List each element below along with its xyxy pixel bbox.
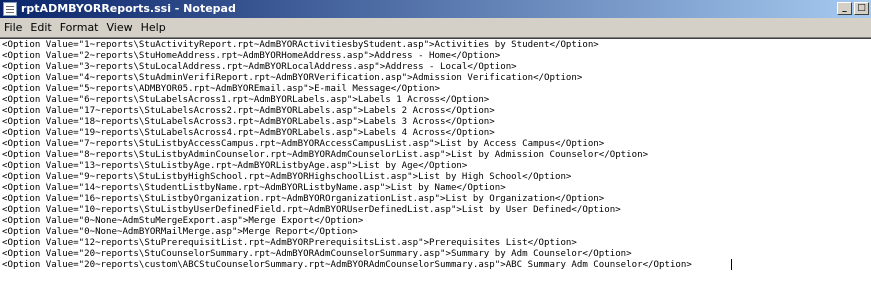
text-line: <Option Value="19~reports\StuLabelsAcros… — [2, 128, 495, 138]
window-controls: _ □ — [837, 2, 869, 15]
text-line: <Option Value="0~None~AdmBYORMailMerge.a… — [2, 227, 358, 237]
text-line: <Option Value="4~reports\StuAdminVerifiR… — [2, 73, 583, 83]
text-line: <Option Value="18~reports\StuLabelsAcros… — [2, 117, 495, 127]
text-line: <Option Value="2~reports\StuHomeAddress.… — [2, 51, 501, 61]
text-line: <Option Value="3~reports\StuLocalAddress… — [2, 62, 517, 72]
menu-edit[interactable]: Edit — [26, 18, 55, 37]
text-line: <Option Value="9~reports\StuListbyHighSc… — [2, 172, 572, 182]
text-line: <Option Value="7~reports\StuListbyAccess… — [2, 139, 605, 149]
notepad-window: rptADMBYORReports.ssi - Notepad _ □ File… — [0, 0, 871, 294]
title-bar[interactable]: rptADMBYORReports.ssi - Notepad _ □ — [0, 0, 871, 18]
minimize-button[interactable]: _ — [837, 2, 852, 15]
text-line: <Option Value="12~reports\StuPrerequisit… — [2, 238, 577, 248]
menu-format[interactable]: Format — [56, 18, 103, 37]
text-editor[interactable]: <Option Value="1~reports\StuActivityRepo… — [0, 38, 871, 294]
maximize-button[interactable]: □ — [854, 2, 869, 15]
text-line: <Option Value="5~reports\ADMBYOR05.rpt~A… — [2, 84, 440, 94]
text-caret — [731, 259, 732, 270]
menu-bar: File Edit Format View Help — [0, 18, 871, 38]
window-title: rptADMBYORReports.ssi - Notepad — [21, 2, 236, 15]
text-line: <Option Value="0~None~AdmStuMergeExport.… — [2, 216, 364, 226]
menu-file[interactable]: File — [0, 18, 26, 37]
text-line: <Option Value="14~reports\StudentListbyN… — [2, 183, 506, 193]
notepad-icon — [3, 2, 17, 16]
text-line: <Option Value="6~reports\StuLabelsAcross… — [2, 95, 490, 105]
text-line: <Option Value="13~reports\StuListbyAge.r… — [2, 161, 468, 171]
text-line: <Option Value="20~reports\custom\ABCStuC… — [2, 260, 692, 270]
menu-help[interactable]: Help — [137, 18, 170, 37]
text-line: <Option Value="16~reports\StuListbyOrgan… — [2, 194, 605, 204]
menu-view[interactable]: View — [103, 18, 137, 37]
text-line: <Option Value="8~reports\StuListbyAdminC… — [2, 150, 649, 160]
text-line: <Option Value="10~reports\StuListbyUserD… — [2, 205, 621, 215]
text-line: <Option Value="17~reports\StuLabelsAcros… — [2, 106, 495, 116]
text-line: <Option Value="1~reports\StuActivityRepo… — [2, 40, 599, 50]
text-line: <Option Value="20~reports\StuCounselorSu… — [2, 249, 632, 259]
